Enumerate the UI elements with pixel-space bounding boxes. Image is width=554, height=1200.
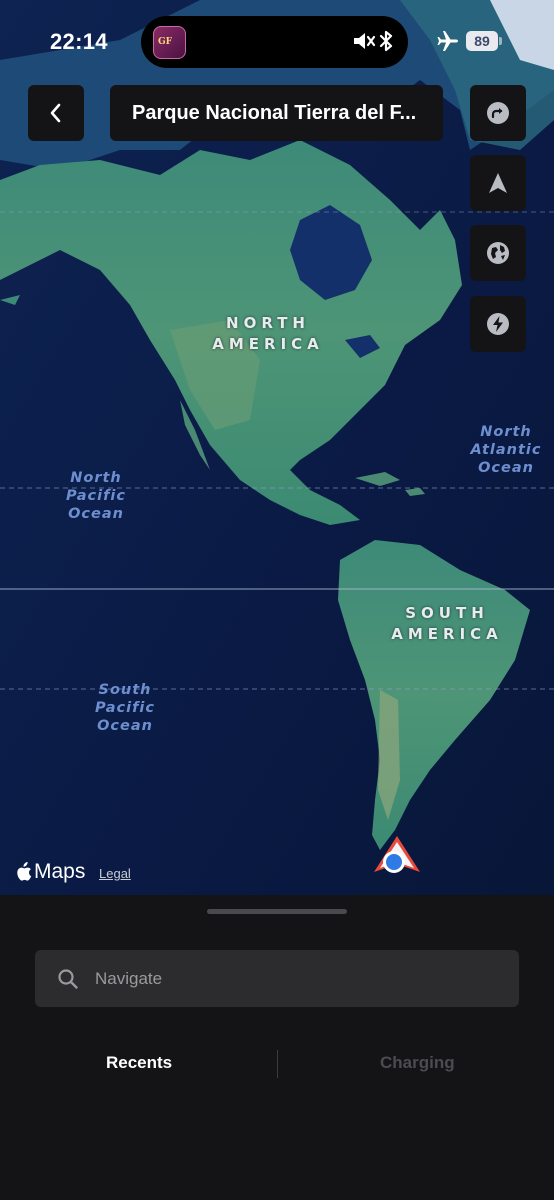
ocean-label-line: Pacific [66, 488, 126, 504]
map-style-button[interactable] [470, 225, 526, 281]
battery-nub [499, 37, 502, 45]
ocean-label-line: Ocean [478, 460, 534, 476]
navigation-arrow-icon [489, 173, 507, 193]
ocean-label-north-atlantic: North Atlantic Ocean [468, 423, 544, 477]
sheet-grabber[interactable] [207, 909, 347, 914]
redo-arrow-icon [487, 102, 509, 124]
search-icon [58, 968, 78, 989]
maps-attribution: Maps [14, 860, 85, 884]
battery-icon: 89 [466, 31, 498, 51]
app-thumbnail-label: GF [158, 37, 173, 47]
chevron-left-icon [50, 103, 61, 123]
airplane-mode-icon [437, 31, 458, 51]
bluetooth-icon [379, 30, 393, 52]
mute-icon [354, 33, 376, 49]
search-placeholder: Navigate [95, 968, 163, 988]
continent-label-line: AMERICA [212, 335, 324, 353]
maps-wordmark: Maps [34, 860, 86, 883]
lightning-bolt-icon [487, 313, 509, 335]
legal-link[interactable]: Legal [99, 866, 131, 881]
status-time: 22:14 [50, 29, 108, 54]
tab-divider [277, 1050, 278, 1078]
status-bar: 22:14 GF 89 [0, 0, 554, 84]
search-input[interactable]: Navigate [35, 950, 519, 1007]
back-button[interactable] [28, 85, 84, 141]
globe-icon [487, 242, 509, 264]
vehicle-location-icon [374, 836, 420, 873]
dynamic-island[interactable]: GF [141, 16, 408, 68]
sheet-tabs: Recents Charging [0, 1045, 554, 1085]
ocean-label-line: North [480, 424, 532, 440]
reroute-button[interactable] [470, 85, 526, 141]
ocean-label-line: Ocean [68, 506, 124, 522]
apple-logo-icon [17, 862, 32, 881]
continent-label-line: NORTH [226, 314, 310, 332]
recenter-button[interactable] [470, 155, 526, 211]
ocean-label-line: South [98, 682, 152, 698]
app-thumbnail-icon[interactable]: GF [153, 26, 186, 59]
tab-charging[interactable]: Charging [380, 1053, 455, 1073]
ocean-label-south-pacific: South Pacific Ocean [87, 681, 163, 735]
ocean-label-line: Ocean [97, 718, 153, 734]
ocean-label-line: Pacific [95, 700, 155, 716]
continent-label-line: AMERICA [391, 625, 503, 643]
ocean-label-line: North [70, 470, 122, 486]
continent-label-line: SOUTH [405, 604, 489, 622]
continent-label-north-america: NORTH AMERICA [206, 313, 330, 355]
bottom-sheet: Navigate Recents Charging [0, 895, 554, 1200]
continent-label-south-america: SOUTH AMERICA [382, 603, 512, 645]
tab-recents[interactable]: Recents [106, 1053, 172, 1073]
ocean-label-north-pacific: North Pacific Ocean [58, 469, 134, 523]
destination-title[interactable]: Parque Nacional Tierra del F... [110, 85, 443, 141]
ocean-label-line: Atlantic [470, 442, 542, 458]
user-location-marker[interactable] [370, 834, 424, 885]
charging-button[interactable] [470, 296, 526, 352]
